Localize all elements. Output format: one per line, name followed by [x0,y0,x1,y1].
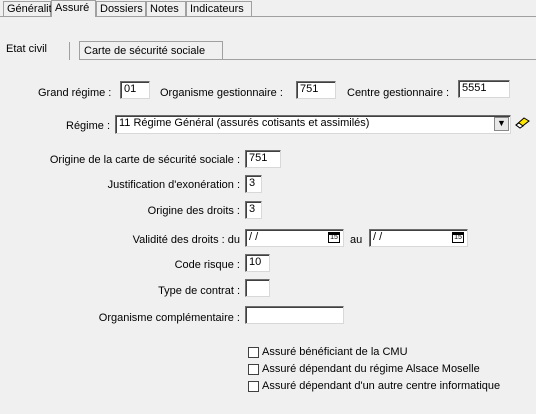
subtab-divider [79,59,536,60]
justification-field[interactable]: 3 [245,175,262,193]
regime-value: 11 Régime Général (assurés cotisants et … [119,117,370,129]
origine-carte-label: Origine de la carte de sécurité sociale … [49,154,240,166]
type-contrat-field[interactable] [245,279,270,297]
main-tab-bar: Généralités Assuré Dossiers Notes Indica… [0,0,536,17]
calendar-icon[interactable]: 15 [452,232,464,243]
cmu-label: Assuré bénéficiant de la CMU [262,346,408,358]
validite-to-field[interactable]: / / 15 [369,229,468,247]
organisme-complementaire-field[interactable] [245,306,344,324]
subtab-etat-civil[interactable]: Etat civil [6,40,47,58]
validite-au-label: au [350,234,363,246]
regime-label: Régime : [66,120,111,132]
tab-assure[interactable]: Assuré [51,0,96,17]
organisme-gestionnaire-field[interactable]: 751 [296,81,336,99]
validite-to-value: / / [373,231,383,243]
justification-label: Justification d'exonération : [107,179,240,191]
subtab-carte-securite-sociale[interactable]: Carte de sécurité sociale [79,41,223,59]
subtab-separator [69,42,70,60]
centre-gestionnaire-label: Centre gestionnaire : [347,87,450,99]
cmu-checkbox[interactable] [248,347,259,358]
tab-generalites[interactable]: Généralités [3,1,63,16]
tab-notes[interactable]: Notes [146,1,186,16]
organisme-gestionnaire-label: Organisme gestionnaire : [160,87,283,99]
autre-centre-checkbox[interactable] [248,381,259,392]
type-contrat-label: Type de contrat : [158,285,240,297]
alsace-moselle-checkbox[interactable] [248,364,259,375]
grand-regime-label: Grand régime : [38,87,112,99]
centre-gestionnaire-field[interactable]: 5551 [458,80,510,98]
alsace-moselle-label: Assuré dépendant du régime Alsace Mosell… [262,363,480,375]
origine-droits-label: Origine des droits : [147,205,240,217]
validite-from-field[interactable]: / / 15 [245,229,344,247]
organisme-complementaire-label: Organisme complémentaire : [98,312,240,324]
autre-centre-label: Assuré dépendant d'un autre centre infor… [262,380,501,392]
eraser-icon[interactable] [515,116,531,130]
validite-from-value: / / [249,231,259,243]
code-risque-field[interactable]: 10 [245,254,270,272]
grand-regime-field[interactable]: 01 [120,81,150,99]
tab-indicateurs[interactable]: Indicateurs [186,1,252,16]
origine-carte-field[interactable]: 751 [245,150,281,168]
tab-dossiers[interactable]: Dossiers [96,1,146,16]
code-risque-label: Code risque : [174,259,240,271]
calendar-icon[interactable]: 15 [328,232,340,243]
validite-label: Validité des droits : du [132,234,240,246]
chevron-down-icon[interactable]: ▼ [494,117,509,131]
regime-select[interactable]: 11 Régime Général (assurés cotisants et … [115,115,511,134]
origine-droits-field[interactable]: 3 [245,201,262,219]
